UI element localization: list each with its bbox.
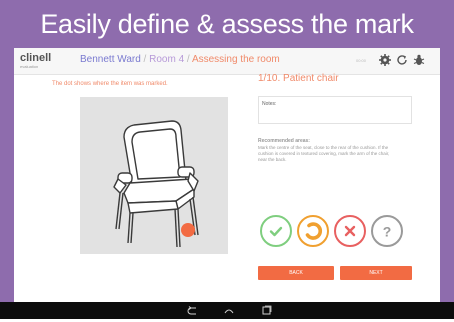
partial-icon xyxy=(305,222,323,240)
mark-hint: The dot shows where the item was marked. xyxy=(52,81,168,87)
recommended-title: Recommended areas: xyxy=(258,138,310,144)
breadcrumb-separator: / xyxy=(140,54,150,65)
partial-button[interactable] xyxy=(297,215,329,247)
pass-button[interactable] xyxy=(260,215,292,247)
logo-name: clinell xyxy=(20,52,52,64)
recommended-text: Mark the centre of the seat, close to th… xyxy=(258,145,390,162)
item-image[interactable] xyxy=(80,97,228,254)
promo-frame: Easily define & assess the mark clinell … xyxy=(0,0,454,319)
unknown-icon: ? xyxy=(383,224,392,240)
settings-icon[interactable] xyxy=(378,53,392,67)
refresh-icon[interactable] xyxy=(395,53,409,67)
chair-illustration xyxy=(113,120,199,248)
assessment-content: The dot shows where the item was marked. xyxy=(14,73,440,302)
app-header: clinell evaluation Bennett Ward / Room 4… xyxy=(14,48,440,75)
breadcrumb-ward[interactable]: Bennett Ward xyxy=(80,54,141,65)
next-button[interactable]: NEXT xyxy=(340,266,412,280)
android-back-icon[interactable] xyxy=(186,304,200,316)
item-mark-dot xyxy=(181,223,195,237)
tablet-screen: clinell evaluation Bennett Ward / Room 4… xyxy=(14,48,440,302)
clinell-logo: clinell evaluation xyxy=(20,52,66,70)
breadcrumb-room[interactable]: Room 4 xyxy=(149,54,184,65)
android-nav-bar xyxy=(0,302,454,319)
logo-subtitle: evaluation xyxy=(20,64,39,69)
pass-icon xyxy=(269,226,283,237)
unknown-button[interactable]: ? xyxy=(371,215,403,247)
notes-field[interactable]: Notes: xyxy=(258,96,412,124)
svg-text:?: ? xyxy=(383,224,392,240)
android-home-icon[interactable] xyxy=(222,304,236,316)
breadcrumb: Bennett Ward / Room 4 / Assessing the ro… xyxy=(80,54,280,65)
back-button[interactable]: BACK xyxy=(258,266,334,280)
bug-icon[interactable] xyxy=(412,53,426,67)
header-meta: 00:00 xyxy=(356,58,367,63)
android-recents-icon[interactable] xyxy=(260,304,274,316)
breadcrumb-separator: / xyxy=(184,54,192,65)
fail-icon xyxy=(344,225,356,237)
notes-label: Notes: xyxy=(262,101,277,107)
banner-title: Easily define & assess the mark xyxy=(40,9,414,39)
breadcrumb-current: Assessing the room xyxy=(191,54,280,65)
fail-button[interactable] xyxy=(334,215,366,247)
item-title: 1/10. Patient chair xyxy=(258,73,339,84)
